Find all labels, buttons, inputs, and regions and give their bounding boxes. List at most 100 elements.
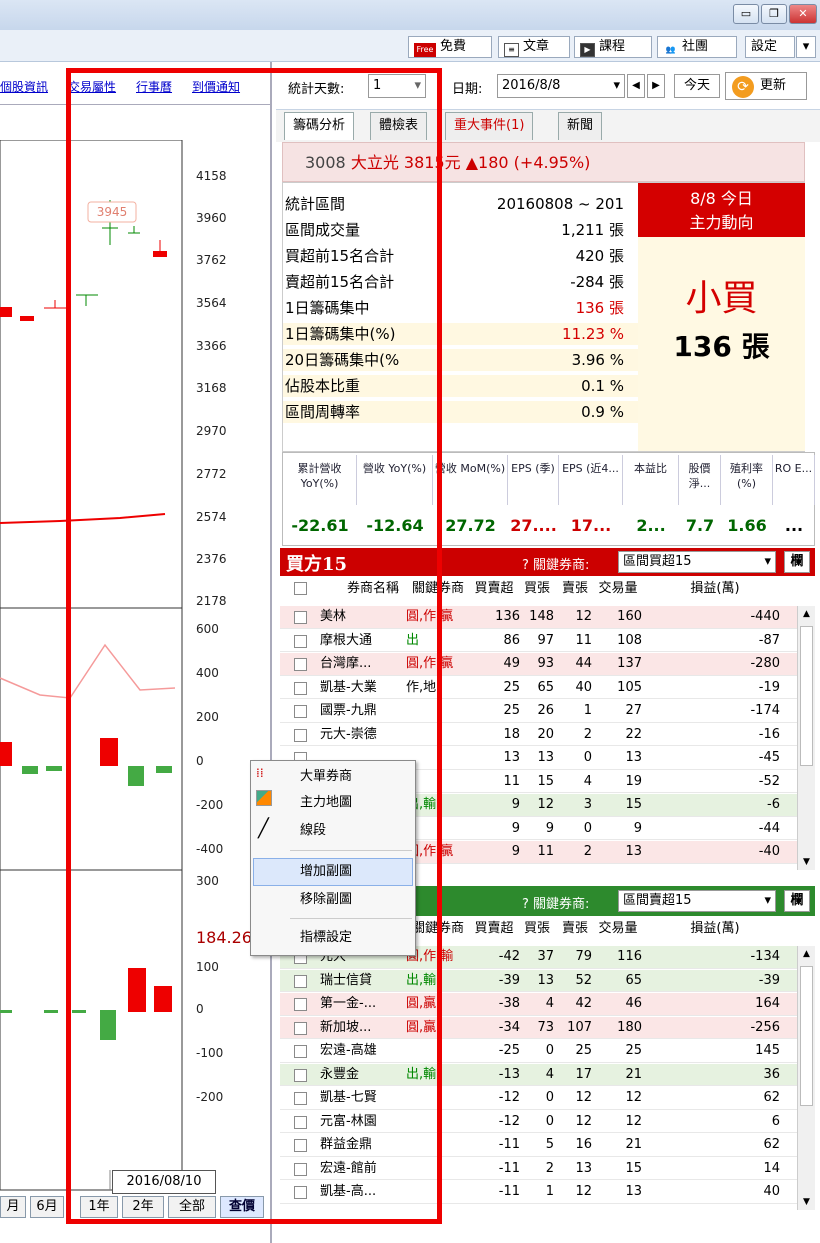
sell-shares: 12 xyxy=(575,609,592,624)
net-shares: -11 xyxy=(498,1184,520,1199)
sell-shares: 1 xyxy=(583,703,592,718)
metric-header[interactable]: 本益比 xyxy=(623,455,679,505)
net-shares: -42 xyxy=(498,949,520,964)
sell-shares: 11 xyxy=(575,632,592,648)
volume: 22 xyxy=(625,726,642,742)
buy-shares: 73 xyxy=(537,1019,554,1035)
net-shares: 9 xyxy=(511,820,520,836)
buy-shares: 4 xyxy=(545,996,554,1011)
metric-header[interactable]: RO E... xyxy=(773,455,815,505)
net-shares: 136 xyxy=(495,609,520,624)
prev-day-button[interactable]: ◀ xyxy=(627,74,645,98)
free-label: 免費 xyxy=(440,39,467,54)
document-icon: ≡ xyxy=(504,43,519,57)
indicator-bar xyxy=(22,766,38,774)
buy-shares: 2 xyxy=(545,1160,554,1176)
sell-range-select[interactable]: 區間賣超15 ▾ xyxy=(618,890,776,912)
net-shares: 18 xyxy=(503,726,520,742)
metric-header[interactable]: 股價淨... xyxy=(679,455,721,505)
article-label: 文章 xyxy=(523,39,550,54)
course-button[interactable]: ▶ 課程 xyxy=(574,36,652,58)
date-picker[interactable]: 2016/8/8 ▾ xyxy=(497,74,625,98)
column-header[interactable]: 買賣超 xyxy=(468,916,520,942)
stat-value: 0.1 % xyxy=(581,377,624,395)
settings-dropdown-icon[interactable]: ▾ xyxy=(796,36,816,58)
buy-shares: 1 xyxy=(545,1184,554,1199)
buy-range-value: 區間買超15 xyxy=(623,554,692,569)
restore-button[interactable]: ❐ xyxy=(761,4,787,24)
buy-range-select[interactable]: 區間買超15 ▾ xyxy=(618,551,776,573)
tab-major-events[interactable]: 重大事件(1) xyxy=(445,112,534,140)
scroll-thumb[interactable] xyxy=(800,966,813,1106)
column-header[interactable]: 損益(萬) xyxy=(650,576,780,602)
volume: 27 xyxy=(625,703,642,718)
column-header[interactable]: 損益(萬) xyxy=(650,916,780,942)
sell-shares: 79 xyxy=(575,949,592,964)
minimize-button[interactable]: ▭ xyxy=(733,4,759,24)
scroll-up-icon[interactable]: ▲ xyxy=(799,606,814,622)
close-button[interactable]: ✕ xyxy=(789,4,817,24)
buy-shares: 93 xyxy=(537,656,554,671)
sell-shares: 44 xyxy=(575,656,592,671)
scroll-thumb[interactable] xyxy=(800,626,813,766)
article-button[interactable]: ≡ 文章 xyxy=(498,36,570,58)
period-month-button[interactable]: 月 xyxy=(0,1196,26,1218)
sell-shares: 17 xyxy=(575,1066,592,1082)
metric-value: 27.72 xyxy=(445,516,496,535)
next-day-button[interactable]: ▶ xyxy=(647,74,665,98)
profit-loss: 62 xyxy=(763,1137,780,1152)
volume: 19 xyxy=(625,773,642,789)
profit-loss: 14 xyxy=(763,1160,780,1176)
metric-header[interactable]: 營收 MoM(%) xyxy=(433,455,508,505)
profit-loss: 40 xyxy=(763,1184,780,1199)
scroll-down-icon[interactable]: ▼ xyxy=(799,1194,814,1210)
column-header[interactable]: 買張 xyxy=(520,916,554,942)
sell-shares: 0 xyxy=(583,750,592,765)
free-button[interactable]: Free 免費 xyxy=(408,36,492,58)
column-header[interactable]: 買賣超 xyxy=(468,576,520,602)
link-stock-info[interactable]: 個股資訊 xyxy=(0,78,48,95)
profit-loss: -256 xyxy=(750,1019,780,1035)
column-header[interactable]: 賣張 xyxy=(558,576,592,602)
people-icon: 👥 xyxy=(665,45,676,54)
sell-shares: 4 xyxy=(583,773,592,789)
buy-shares: 15 xyxy=(537,773,554,789)
buy-columns-button[interactable]: 欄 xyxy=(784,551,810,573)
period-6m-button[interactable]: 6月 xyxy=(30,1196,64,1218)
profit-loss: -174 xyxy=(750,703,780,718)
refresh-button[interactable]: ⟳ 更新 xyxy=(725,72,807,100)
today-button[interactable]: 今天 xyxy=(674,74,720,98)
table-scrollbar[interactable]: ▲ ▼ xyxy=(797,946,815,1210)
column-header[interactable]: 賣張 xyxy=(558,916,592,942)
scroll-down-icon[interactable]: ▼ xyxy=(799,854,814,870)
course-label: 課程 xyxy=(599,39,626,54)
scroll-up-icon[interactable]: ▲ xyxy=(799,946,814,962)
settings-button[interactable]: 設定 xyxy=(745,36,795,58)
metric-header[interactable]: 殖利率(%) xyxy=(721,455,773,505)
column-header[interactable]: 交易量 xyxy=(594,916,642,942)
buy-shares: 11 xyxy=(537,844,554,859)
metric-header[interactable]: EPS (近4... xyxy=(559,455,623,505)
column-header[interactable]: 交易量 xyxy=(594,576,642,602)
table-scrollbar[interactable]: ▲ ▼ xyxy=(797,606,815,870)
net-shares: 9 xyxy=(511,844,520,859)
volume: 160 xyxy=(617,609,642,624)
net-shares: -13 xyxy=(498,1066,520,1082)
column-header[interactable]: 買張 xyxy=(520,576,554,602)
indicator-bar xyxy=(46,766,62,771)
profit-loss: -16 xyxy=(758,726,780,742)
sell-shares: 12 xyxy=(575,1090,592,1105)
metric-header[interactable]: EPS (季) xyxy=(508,455,559,505)
sell-shares: 16 xyxy=(575,1137,592,1152)
net-shares: 25 xyxy=(503,679,520,695)
volume: 137 xyxy=(617,656,642,671)
community-button[interactable]: 👥 社團 xyxy=(657,36,737,58)
stat-value: 11.23 % xyxy=(562,325,624,343)
candle-body xyxy=(20,316,34,321)
indicator-bar xyxy=(0,742,12,766)
sell-columns-button[interactable]: 欄 xyxy=(784,890,810,912)
tab-news[interactable]: 新聞 xyxy=(558,112,603,140)
free-badge-icon: Free xyxy=(414,43,436,57)
net-shares: -38 xyxy=(498,996,520,1011)
chevron-down-icon: ▾ xyxy=(764,554,771,569)
